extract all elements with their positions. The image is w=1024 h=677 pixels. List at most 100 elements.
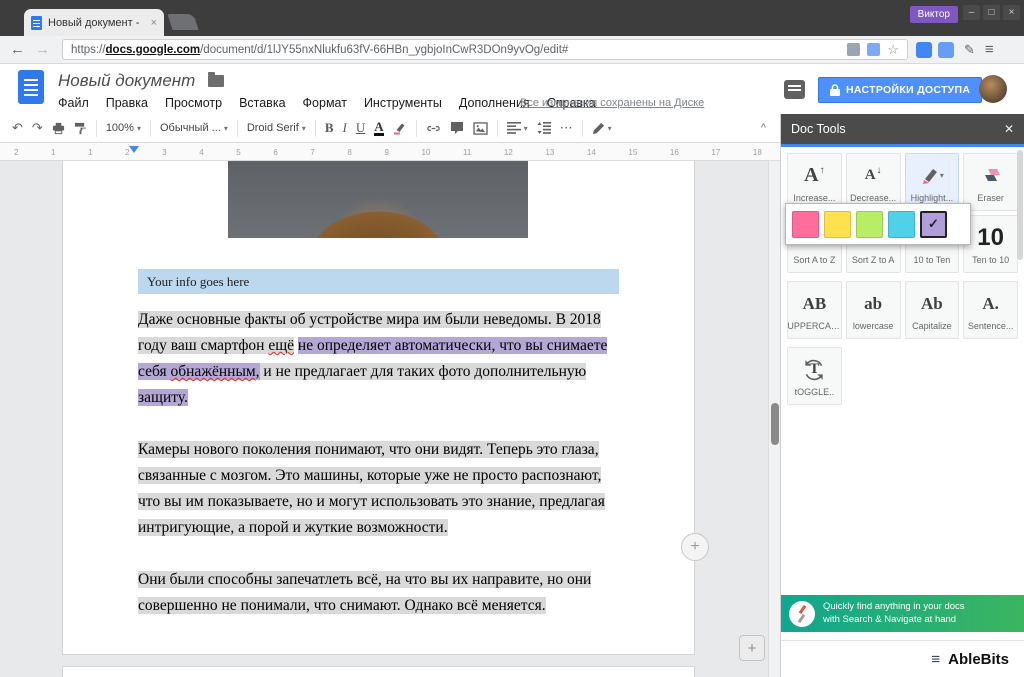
underline-button[interactable]: U: [356, 120, 365, 136]
menu-view[interactable]: Просмотр: [165, 96, 222, 110]
url-bar[interactable]: https://docs.google.com/document/d/1lJY5…: [62, 39, 908, 60]
new-tab-button[interactable]: [167, 14, 199, 30]
docs-favicon-icon: [31, 15, 42, 30]
arrow-up-icon: ↑: [819, 165, 825, 176]
browser-navbar: ← → https://docs.google.com/document/d/1…: [0, 36, 1024, 64]
font-select[interactable]: Droid Serif ▾: [247, 122, 306, 134]
eraser-tool[interactable]: Eraser: [963, 153, 1018, 211]
uppercase-tool[interactable]: AB UPPERCASE: [787, 281, 842, 339]
highlight-color-palette: ✓: [785, 203, 971, 245]
undo-icon[interactable]: ↶: [12, 120, 23, 136]
ruler[interactable]: 2 1 1 2 3 4 5 6 7 8 9 10 11 12 13 14 15 16 17 18: [0, 143, 780, 161]
menu-format[interactable]: Формат: [303, 96, 347, 110]
brand-logo[interactable]: AbleBits: [948, 651, 1009, 668]
color-swatch-cyan[interactable]: [888, 210, 915, 238]
color-swatch-yellow[interactable]: [824, 210, 851, 238]
document-page-2[interactable]: [62, 666, 695, 677]
document-text[interactable]: Даже основные факты об устройстве мира и…: [138, 307, 621, 645]
document-scrollbar[interactable]: [768, 161, 780, 677]
redo-icon[interactable]: ↷: [32, 120, 43, 136]
avatar[interactable]: [979, 75, 1007, 103]
extension-icon-2[interactable]: [938, 41, 954, 58]
profile-button[interactable]: Виктор: [909, 6, 958, 23]
highlight-color-button[interactable]: [393, 121, 407, 135]
comments-button[interactable]: [784, 80, 805, 99]
toggle-case-tool[interactable]: T tOGGLE..: [787, 347, 842, 405]
text-color-button[interactable]: A: [374, 120, 384, 136]
doc-tools-sidebar: Doc Tools ✕ A ↑ Increase... A ↓ Decrease..…: [780, 114, 1024, 677]
bold-button[interactable]: B: [325, 120, 334, 136]
menu-edit[interactable]: Правка: [106, 96, 148, 110]
paint-format-icon[interactable]: [74, 122, 87, 135]
tools-row-4: T tOGGLE..: [787, 347, 1018, 405]
paragraph-2[interactable]: Камеры нового поколения понимают, что он…: [138, 437, 621, 541]
url-action-icon-2[interactable]: [867, 43, 881, 56]
info-highlight-line[interactable]: Your info goes here: [138, 269, 619, 294]
color-swatch-green[interactable]: [856, 210, 883, 238]
capitalize-tool[interactable]: Ab Capitalize: [904, 281, 960, 339]
url-action-icon[interactable]: [847, 43, 861, 56]
toolbar-separator: [581, 119, 583, 137]
check-icon: ✓: [928, 216, 939, 231]
back-icon[interactable]: ←: [10, 41, 25, 58]
align-button[interactable]: ▾: [506, 122, 528, 134]
paragraph-3[interactable]: Они были способны запечатлеть всё, на чт…: [138, 567, 621, 619]
menu-bar: Файл Правка Просмотр Вставка Формат Инст…: [58, 96, 596, 110]
extension-icon-1[interactable]: [916, 41, 932, 58]
docs-logo-icon[interactable]: [18, 70, 44, 104]
tab-title: Новый документ -: [48, 16, 140, 29]
menu-file[interactable]: Файл: [58, 96, 89, 110]
document-image[interactable]: [228, 161, 528, 238]
italic-button[interactable]: I: [342, 120, 346, 136]
chevron-down-icon[interactable]: ▾: [940, 171, 944, 180]
explore-button[interactable]: +: [739, 635, 765, 661]
menu-tools[interactable]: Инструменты: [364, 96, 442, 110]
zoom-select[interactable]: 100% ▾: [106, 122, 141, 134]
maximize-icon[interactable]: □: [983, 5, 1000, 20]
color-swatch-pink[interactable]: [792, 210, 819, 238]
line-spacing-button[interactable]: [537, 122, 551, 134]
browser-tab[interactable]: Новый документ - ×: [24, 9, 164, 36]
color-swatch-purple-selected[interactable]: ✓: [920, 210, 947, 238]
insert-image-icon[interactable]: [472, 121, 488, 135]
promo-banner[interactable]: Quickly find anything in your docs with …: [781, 595, 1024, 632]
lowercase-tool[interactable]: ab lowercase: [845, 281, 901, 339]
add-comment-button[interactable]: +: [681, 533, 709, 561]
url-path: /document/d/1lJY55nxNlukfu63fV-66HBn_ygb…: [200, 43, 569, 56]
sentence-case-tool[interactable]: A. Sentence...: [963, 281, 1018, 339]
print-icon[interactable]: [52, 122, 65, 135]
styles-select[interactable]: Обычный ... ▾: [160, 122, 228, 134]
share-button-label: НАСТРОЙКИ ДОСТУПА: [846, 84, 971, 96]
pencil-extension-icon[interactable]: ✎: [964, 42, 975, 58]
menu-insert[interactable]: Вставка: [239, 96, 285, 110]
editing-mode-button[interactable]: ▾: [592, 122, 612, 135]
sidebar-scrollbar[interactable]: [1017, 150, 1023, 260]
share-button[interactable]: НАСТРОЙКИ ДОСТУПА: [818, 77, 983, 103]
compass-icon: [789, 600, 815, 627]
collapse-toolbar-icon[interactable]: ^: [761, 122, 766, 134]
more-options-icon[interactable]: ⋯: [560, 120, 573, 136]
eraser-icon: [984, 168, 1000, 181]
sidebar-header: Doc Tools ✕: [781, 114, 1024, 144]
sidebar-close-icon[interactable]: ✕: [1004, 122, 1014, 136]
window-close-icon[interactable]: ×: [1003, 5, 1020, 20]
docs-header: Новый документ Файл Правка Просмотр Вста…: [0, 64, 1024, 114]
bookmark-star-icon[interactable]: ☆: [887, 42, 899, 58]
highlighter-icon: [922, 168, 937, 184]
url-domain: docs.google.com: [105, 43, 201, 56]
indent-marker[interactable]: [129, 146, 139, 153]
document-page[interactable]: Your info goes here Даже основные факты …: [62, 161, 695, 655]
scrollbar-thumb[interactable]: [771, 403, 779, 445]
brand-menu-icon[interactable]: ≡: [931, 651, 940, 668]
move-to-folder-icon[interactable]: [208, 72, 224, 87]
tab-close-icon[interactable]: ×: [151, 17, 157, 29]
paragraph-1[interactable]: Даже основные факты об устройстве мира и…: [138, 307, 621, 411]
saved-status-link[interactable]: Все изменения сохранены на Диске: [520, 97, 704, 109]
insert-link-icon[interactable]: [426, 121, 441, 136]
forward-icon[interactable]: →: [35, 41, 50, 58]
document-title[interactable]: Новый документ: [58, 71, 195, 91]
browser-menu-icon[interactable]: ≡: [985, 41, 994, 58]
insert-comment-icon[interactable]: [450, 121, 464, 135]
word-to-ten-tool[interactable]: 10 Ten to 10: [963, 215, 1018, 273]
minimize-icon[interactable]: –: [963, 5, 980, 20]
